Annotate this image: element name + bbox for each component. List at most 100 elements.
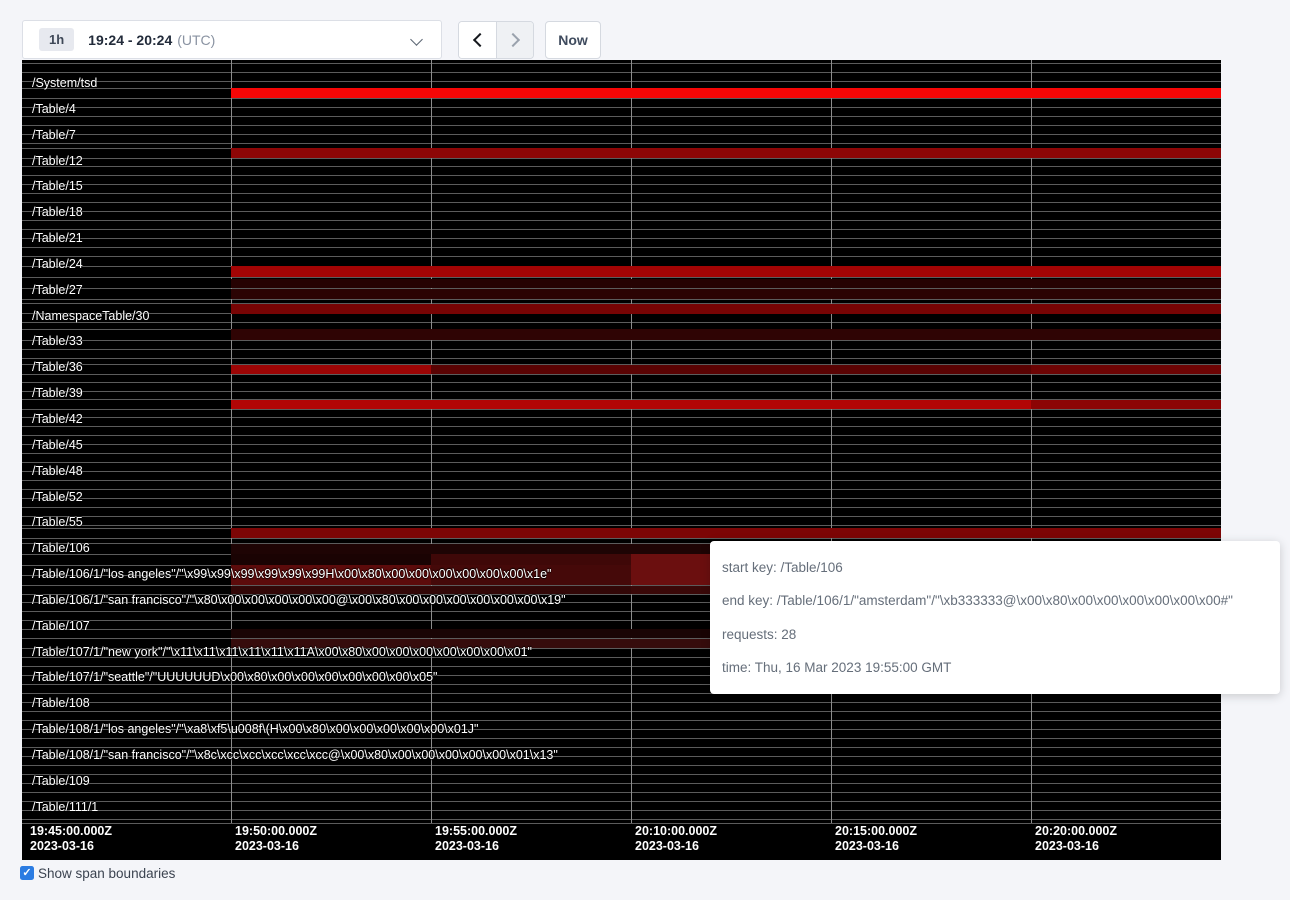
time-gridline [631, 60, 632, 823]
time-nav-group [458, 21, 534, 59]
span-boundary-line [22, 382, 1221, 383]
span-boundary-line [22, 125, 1221, 126]
row-label: /NamespaceTable/30 [32, 309, 149, 323]
span-boundary-line [22, 184, 1221, 185]
span-boundary-line [22, 158, 1221, 159]
span-heat-band[interactable] [1031, 400, 1221, 409]
span-heat-band[interactable] [431, 365, 1031, 374]
tooltip-time: time: Thu, 16 Mar 2023 19:55:00 GMT [722, 660, 1268, 675]
span-boundary-line [22, 256, 1221, 257]
row-label: /Table/106/1/"los angeles"/"\x99\x99\x99… [32, 567, 551, 581]
span-boundary-line [22, 426, 1221, 427]
row-label: /Table/33 [32, 334, 83, 348]
span-boundary-line [22, 409, 1221, 410]
span-boundary-line [22, 720, 1221, 721]
span-boundary-line [22, 480, 1221, 481]
time-range-label: 19:24 - 20:24 [88, 32, 172, 48]
row-label: /Table/55 [32, 515, 83, 529]
row-label: /Table/48 [32, 464, 83, 478]
span-boundary-line [22, 819, 1221, 820]
span-boundary-line [22, 774, 1221, 775]
span-heat-band[interactable] [231, 289, 1221, 299]
time-gridline [431, 60, 432, 823]
row-label: /Table/111/1 [32, 800, 98, 814]
span-boundary-line [22, 322, 1221, 323]
span-heat-band[interactable] [231, 528, 1221, 538]
span-boundary-line [22, 435, 1221, 436]
span-heat-band[interactable] [231, 400, 1031, 409]
span-boundary-line [22, 444, 1221, 445]
now-button[interactable]: Now [545, 21, 601, 59]
span-boundary-line [22, 143, 1221, 144]
span-boundary-line [22, 229, 1221, 230]
tooltip-start-key: start key: /Table/106 [722, 560, 1268, 575]
chevron-down-icon [410, 33, 423, 46]
row-label: /Table/106/1/"san francisco"/"\x80\x00\x… [32, 593, 566, 607]
span-boundary-line [22, 516, 1221, 517]
span-boundary-line [22, 358, 1221, 359]
span-boundary-line [22, 810, 1221, 811]
span-boundary-line [22, 349, 1221, 350]
row-label: /Table/18 [32, 205, 83, 219]
time-range-timezone: (UTC) [177, 32, 215, 48]
row-label: /System/tsd [32, 76, 97, 90]
span-heat-band[interactable] [1031, 365, 1221, 374]
span-heat-band[interactable] [431, 554, 631, 565]
span-boundary-line [22, 801, 1221, 802]
footer-controls: ✓ Show span boundaries [20, 866, 175, 882]
span-boundary-line [22, 247, 1221, 248]
time-range-select[interactable]: 1h 19:24 - 20:24 (UTC) [22, 20, 442, 59]
duration-badge: 1h [39, 28, 74, 51]
span-boundary-line [22, 238, 1221, 239]
row-label: /Table/108/1/"san francisco"/"\x8c\xcc\x… [32, 748, 558, 762]
time-axis-label: 20:20:00.000Z2023-03-16 [1035, 824, 1117, 854]
span-heat-band[interactable] [231, 329, 1221, 340]
span-boundary-line [22, 116, 1221, 117]
row-label: /Table/109 [32, 774, 90, 788]
span-boundary-line [22, 220, 1221, 221]
span-boundary-line [22, 72, 1221, 73]
row-label: /Table/27 [32, 283, 83, 297]
span-boundary-line [22, 166, 1221, 167]
key-visualizer-heatmap[interactable]: /System/tsd/Table/4/Table/7/Table/12/Tab… [22, 60, 1221, 860]
span-heat-band[interactable] [231, 88, 1221, 98]
row-label: /Table/15 [32, 179, 83, 193]
span-boundary-line [22, 702, 1221, 703]
span-boundary-line [22, 765, 1221, 766]
span-boundary-line [22, 374, 1221, 375]
next-time-button[interactable] [496, 22, 533, 58]
row-label: /Table/107 [32, 619, 90, 633]
span-heat-band[interactable] [231, 365, 431, 374]
span-boundary-line [22, 783, 1221, 784]
span-heat-band[interactable] [231, 304, 1221, 314]
time-axis-label: 19:55:00.000Z2023-03-16 [435, 824, 517, 854]
span-boundary-line [22, 489, 1221, 490]
row-label: /Table/108/1/"los angeles"/"\xa8\xf5\u00… [32, 722, 479, 736]
row-label: /Table/45 [32, 438, 83, 452]
row-label: /Table/24 [32, 257, 83, 271]
show-span-boundaries-checkbox[interactable]: ✓ [20, 866, 34, 880]
time-axis-label: 20:10:00.000Z2023-03-16 [635, 824, 717, 854]
time-axis-label: 19:50:00.000Z2023-03-16 [235, 824, 317, 854]
span-boundary-line [22, 462, 1221, 463]
span-boundary-line [22, 498, 1221, 499]
span-tooltip: start key: /Table/106 end key: /Table/10… [710, 541, 1280, 694]
row-label: /Table/107/1/"seattle"/"UUUUUUD\x00\x80\… [32, 670, 437, 684]
row-label: /Table/4 [32, 102, 76, 116]
row-label: /Table/7 [32, 128, 76, 142]
tooltip-requests: requests: 28 [722, 627, 1268, 642]
time-gridline [231, 60, 232, 823]
span-boundary-line [22, 107, 1221, 108]
prev-time-button[interactable] [459, 22, 496, 58]
span-boundary-line [22, 538, 1221, 539]
span-boundary-line [22, 453, 1221, 454]
span-boundary-line [22, 738, 1221, 739]
span-heat-band[interactable] [231, 279, 1221, 289]
span-heat-band[interactable] [231, 148, 1221, 158]
span-boundary-line [22, 81, 1221, 82]
span-heat-band[interactable] [231, 266, 1221, 277]
span-boundary-line [22, 507, 1221, 508]
row-label: /Table/21 [32, 231, 83, 245]
time-axis-label: 19:45:00.000Z2023-03-16 [30, 824, 112, 854]
span-heat-band[interactable] [231, 554, 431, 565]
